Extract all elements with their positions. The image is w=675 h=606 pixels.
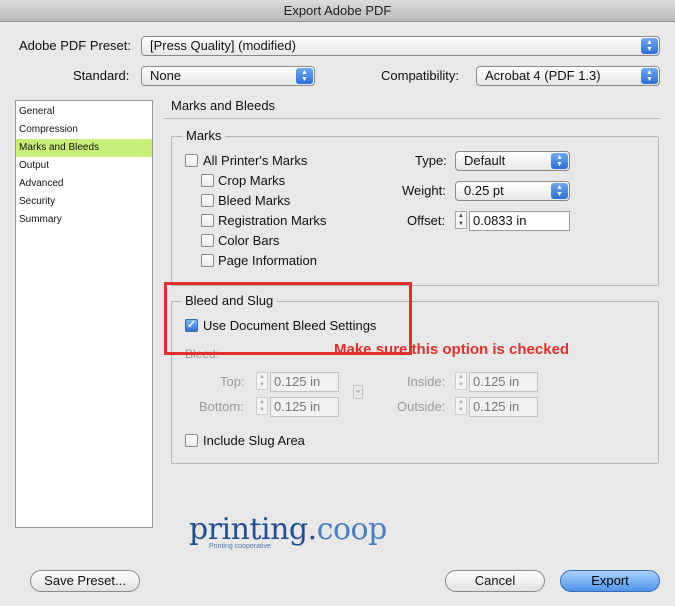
offset-field[interactable]: 0.0833 in [469,211,570,231]
bottom-label: Bottom: [199,399,244,414]
inside-field[interactable]: 0.125 in [469,372,538,392]
type-select[interactable]: Default ▲ ▼ [455,151,570,171]
sidebar-item-marks-and-bleeds[interactable]: Marks and Bleeds [16,139,152,157]
chevron-updown-icon: ▲ ▼ [641,68,658,84]
panel-title: Marks and Bleeds [171,98,276,113]
printing-coop-logo: printing.coop Printing cooperative [189,512,387,550]
type-label: Type: [415,153,447,168]
include-slug-checkbox[interactable] [185,434,198,447]
link-chain-icon[interactable]: ⚭ [353,385,363,399]
preset-value: [Press Quality] (modified) [150,38,296,53]
type-value: Default [464,153,506,168]
page-information-checkbox[interactable] [201,254,214,267]
compatibility-value: Acrobat 4 (PDF 1.3) [485,68,601,83]
top-label: Top: [220,374,245,389]
window-title: Export Adobe PDF [283,3,392,18]
compatibility-label: Compatibility: [381,68,460,83]
save-preset-button[interactable]: Save Preset... [30,570,140,592]
bleed-marks-checkbox[interactable] [201,194,214,207]
outside-field[interactable]: 0.125 in [469,397,538,417]
crop-marks-label: Crop Marks [218,173,286,188]
sidebar-item-compression[interactable]: Compression [16,121,152,139]
category-list: General Compression Marks and Bleeds Out… [15,100,153,528]
annotation-text: Make sure this option is checked [334,341,570,358]
sidebar-item-summary[interactable]: Summary [16,211,152,229]
outside-label: Outside: [397,399,446,414]
logo-text-accent: coop [316,512,388,547]
sidebar-item-general[interactable]: General [16,103,152,121]
include-slug-label: Include Slug Area [203,433,305,448]
window-titlebar: Export Adobe PDF [0,0,675,22]
standard-label: Standard: [73,68,130,83]
chevron-updown-icon: ▲ ▼ [551,153,568,169]
color-bars-checkbox[interactable] [201,234,214,247]
crop-marks-checkbox[interactable] [201,174,214,187]
all-printers-marks-label: All Printer's Marks [203,153,308,168]
preset-select[interactable]: [Press Quality] (modified) ▲ ▼ [141,36,660,56]
chevron-updown-icon: ▲ ▼ [296,68,313,84]
chevron-updown-icon: ▲ ▼ [551,183,568,199]
registration-marks-label: Registration Marks [218,213,327,228]
chevron-updown-icon: ▲ ▼ [641,38,658,54]
weight-select[interactable]: 0.25 pt ▲ ▼ [455,181,570,201]
export-button[interactable]: Export [560,570,660,592]
cancel-button[interactable]: Cancel [445,570,545,592]
preset-label: Adobe PDF Preset: [19,38,131,53]
sidebar-item-output[interactable]: Output [16,157,152,175]
offset-label: Offset: [407,213,446,228]
sidebar-item-advanced[interactable]: Advanced [16,175,152,193]
bleed-marks-label: Bleed Marks [218,193,291,208]
marks-legend: Marks [182,128,226,143]
panel-divider [164,118,660,119]
outside-stepper[interactable]: ▲ ▼ [455,397,467,415]
compatibility-select[interactable]: Acrobat 4 (PDF 1.3) ▲ ▼ [476,66,660,86]
bottom-field[interactable]: 0.125 in [270,397,339,417]
registration-marks-checkbox[interactable] [201,214,214,227]
bottom-stepper[interactable]: ▲ ▼ [256,397,268,415]
inside-stepper[interactable]: ▲ ▼ [455,372,467,390]
weight-value: 0.25 pt [464,183,504,198]
top-field[interactable]: 0.125 in [270,372,339,392]
standard-value: None [150,68,182,83]
standard-select[interactable]: None ▲ ▼ [141,66,315,86]
all-printers-marks-checkbox[interactable] [185,154,198,167]
offset-stepper[interactable]: ▲ ▼ [455,211,467,229]
color-bars-label: Color Bars [218,233,280,248]
sidebar-item-security[interactable]: Security [16,193,152,211]
inside-label: Inside: [407,374,446,389]
logo-text-main: printing. [189,512,317,547]
page-information-label: Page Information [218,253,318,268]
top-stepper[interactable]: ▲ ▼ [256,372,268,390]
weight-label: Weight: [402,183,446,198]
